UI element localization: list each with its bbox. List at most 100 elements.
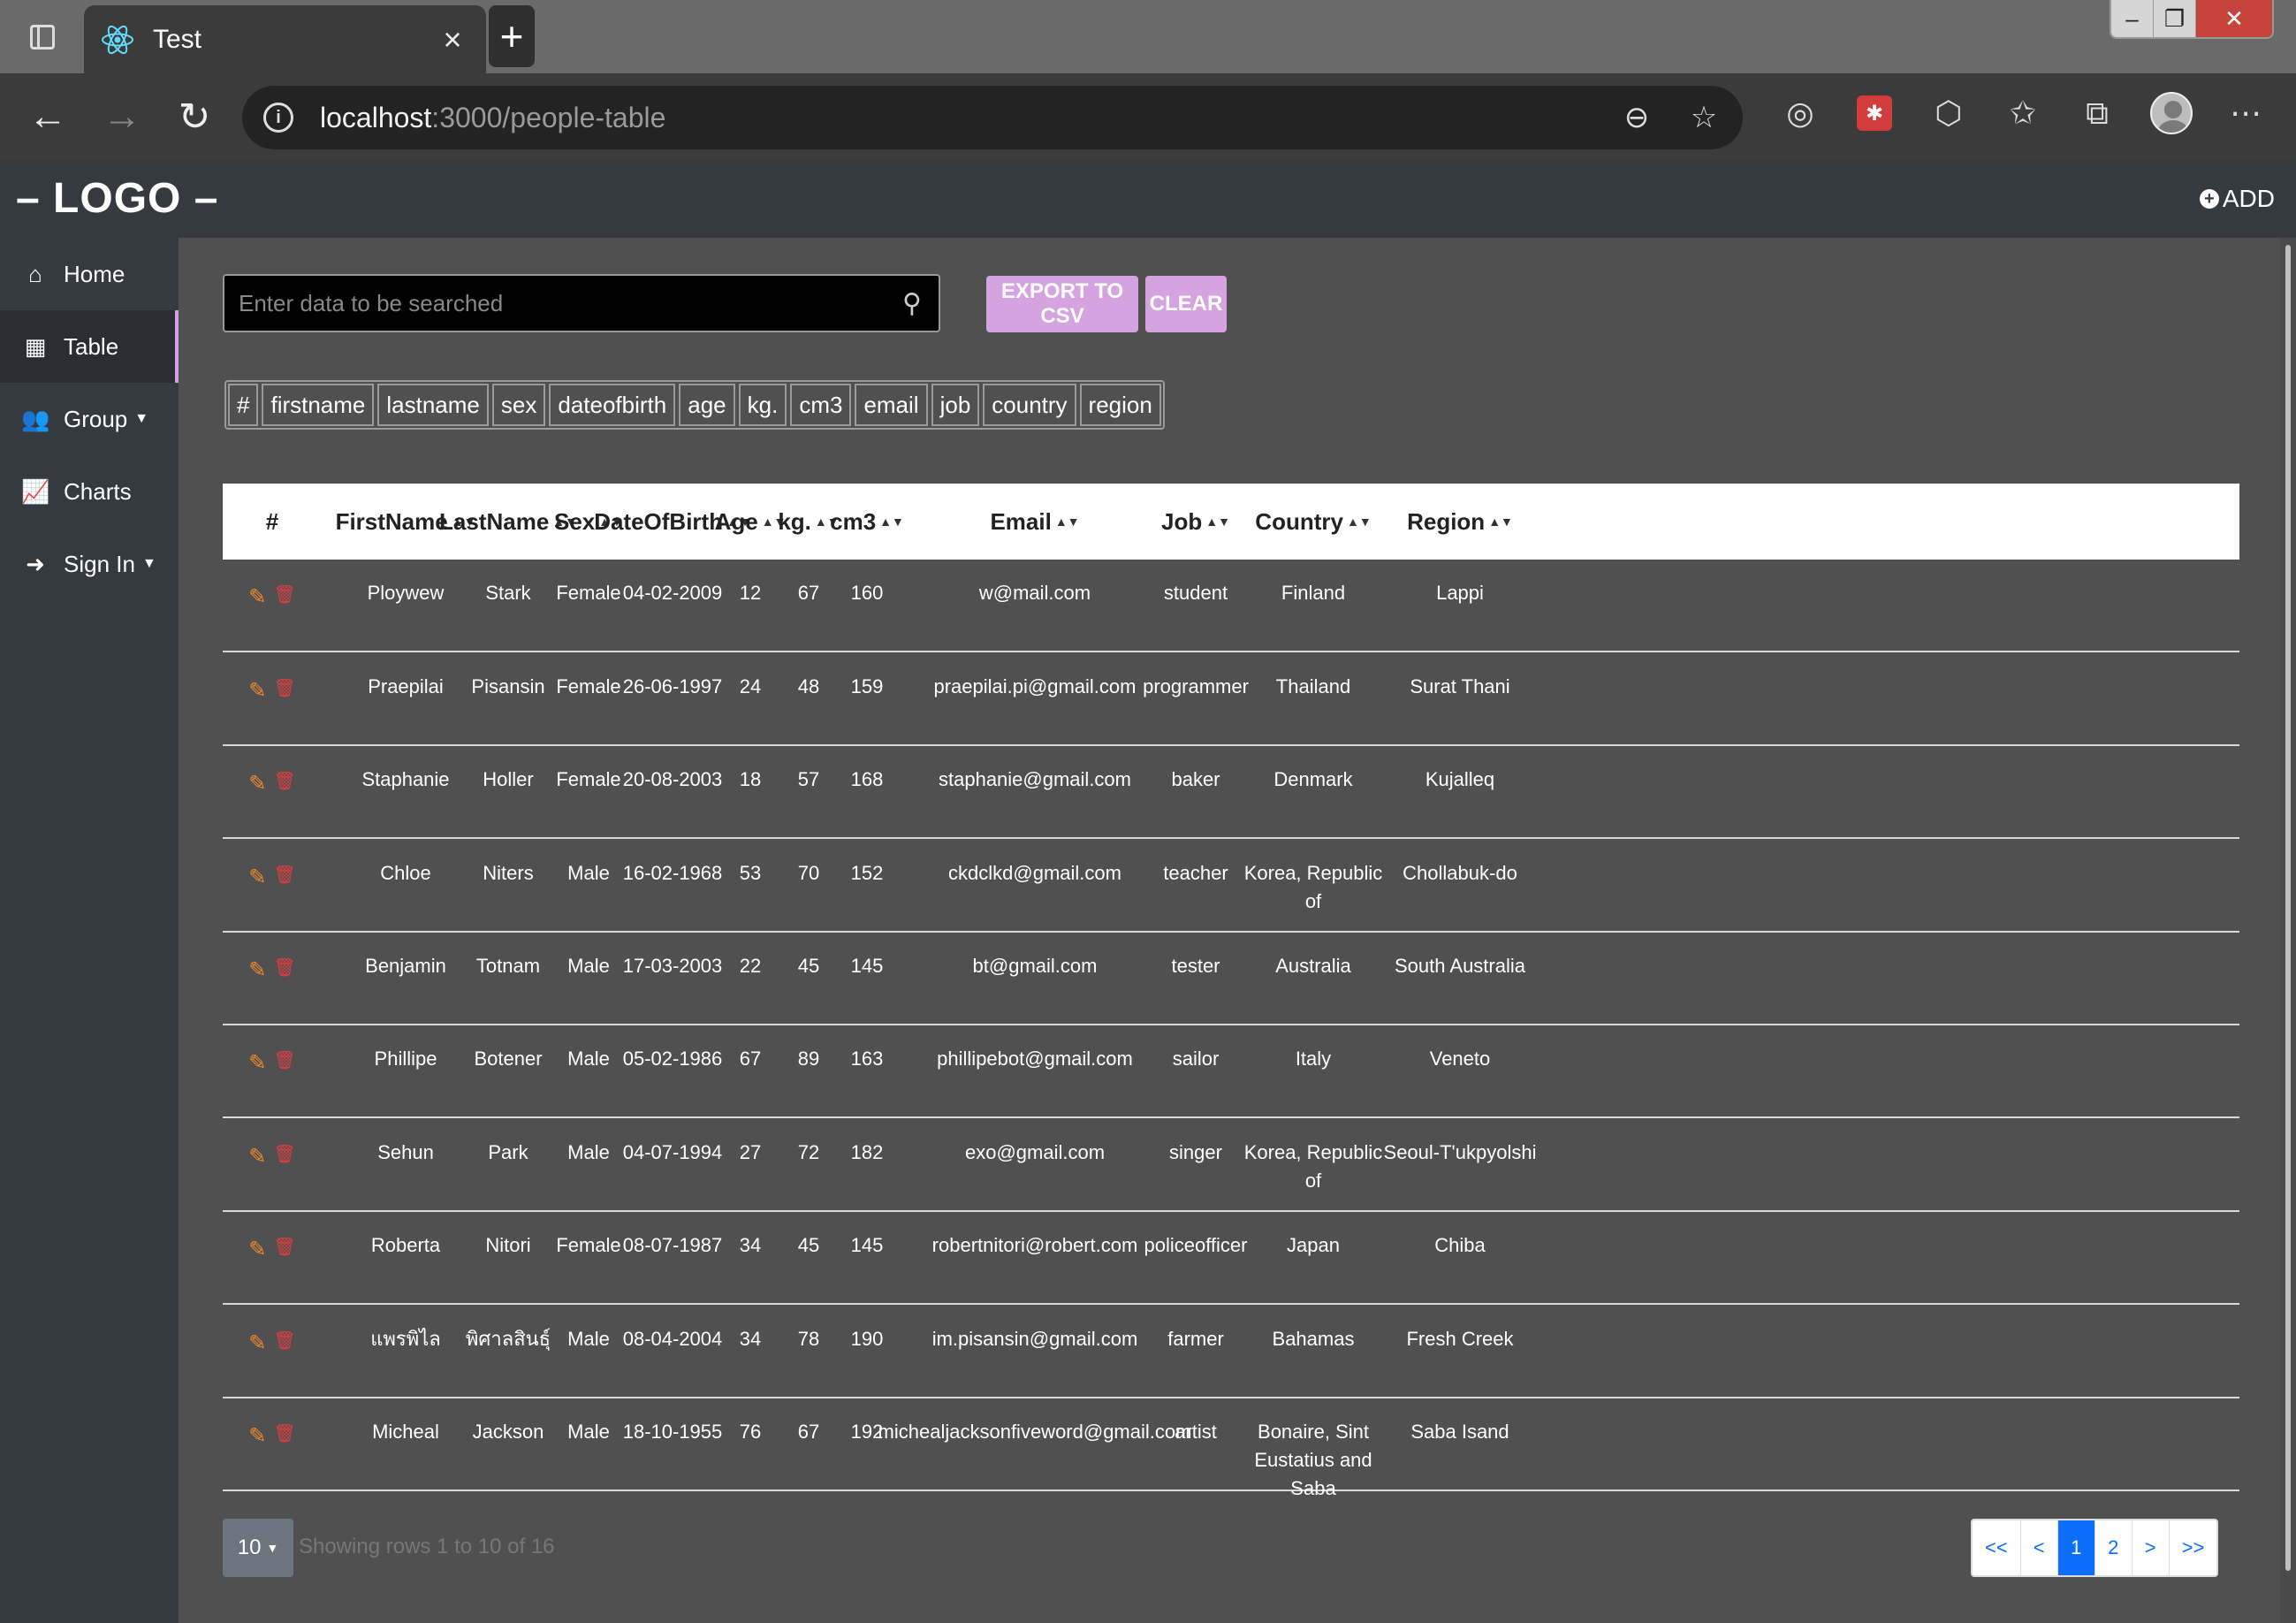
sort-icon[interactable]: ▲▼ bbox=[1488, 514, 1513, 529]
edit-icon[interactable]: ✎ bbox=[248, 583, 266, 613]
table-row: ✎ 🗑 Chloe Niters Male 16-02-1968 53 70 152 ckdclk… bbox=[223, 840, 2239, 933]
delete-icon[interactable]: 🗑 bbox=[273, 1142, 295, 1168]
edit-icon[interactable]: ✎ bbox=[248, 1142, 266, 1173]
search-icon[interactable]: ⚲ bbox=[886, 288, 939, 319]
extension-red-icon[interactable]: ✱ bbox=[1837, 92, 1912, 134]
page-size-select[interactable]: 10 ▼ bbox=[223, 1519, 293, 1577]
cell-dob: 08-07-1987 bbox=[622, 1234, 723, 1256]
search-input[interactable] bbox=[239, 289, 886, 317]
column-toggle[interactable]: # bbox=[228, 384, 259, 426]
cell-dob: 16-02-1968 bbox=[622, 862, 723, 884]
favorites-icon[interactable]: ✩ bbox=[1986, 92, 2060, 134]
cell-region: South Australia bbox=[1395, 955, 1525, 977]
sidebar: ⌂ Home ▦ Table 👥 Group ▼ 📈 Charts ➜ Sign… bbox=[0, 238, 179, 1623]
sidebar-item-label: Charts bbox=[64, 477, 132, 505]
edit-icon[interactable]: ✎ bbox=[248, 676, 266, 707]
sidebar-item-sign-in[interactable]: ➜ Sign In ▼ bbox=[0, 528, 179, 600]
delete-icon[interactable]: 🗑 bbox=[273, 583, 295, 608]
cell-country: Italy bbox=[1295, 1048, 1332, 1070]
cell-country: Bonaire, Sint Eustatius and Saba bbox=[1254, 1421, 1372, 1499]
sort-icon[interactable]: ▲▼ bbox=[1205, 514, 1230, 529]
cell-region: Surat Thani bbox=[1410, 675, 1510, 697]
new-tab-button[interactable]: + bbox=[489, 5, 535, 67]
tab-close-icon[interactable]: × bbox=[435, 21, 470, 58]
column-header[interactable]: DateOfBirth ▲▼ bbox=[594, 484, 751, 560]
delete-icon[interactable]: 🗑 bbox=[273, 1329, 295, 1354]
refresh-icon[interactable]: ↻ bbox=[170, 92, 219, 141]
edit-icon[interactable]: ✎ bbox=[248, 863, 266, 894]
delete-icon[interactable]: 🗑 bbox=[273, 863, 295, 888]
zoom-out-icon[interactable]: ⊖ bbox=[1616, 96, 1658, 139]
sort-icon[interactable]: ▲▼ bbox=[1055, 514, 1080, 529]
cell-country: Australia bbox=[1275, 955, 1351, 977]
minimize-icon[interactable]: – bbox=[2111, 0, 2154, 37]
tracking-icon[interactable]: ◎ bbox=[1763, 92, 1837, 134]
column-toggle[interactable]: email bbox=[855, 384, 928, 426]
page-size-value: 10 bbox=[237, 1535, 262, 1559]
edit-icon[interactable]: ✎ bbox=[248, 1048, 266, 1079]
page-button[interactable]: >> bbox=[2170, 1520, 2217, 1575]
sidebar-item-label: Table bbox=[64, 332, 119, 360]
sidebar-item-group[interactable]: 👥 Group ▼ bbox=[0, 383, 179, 455]
page-button[interactable]: 2 bbox=[2095, 1520, 2133, 1575]
delete-icon[interactable]: 🗑 bbox=[273, 676, 295, 702]
cell-country: Korea, Republic of bbox=[1243, 1141, 1383, 1192]
sort-icon[interactable]: ▲▼ bbox=[879, 514, 904, 529]
row-actions: ✎ 🗑 bbox=[237, 560, 308, 651]
restore-icon[interactable]: ❐ bbox=[2154, 0, 2196, 37]
delete-icon[interactable]: 🗑 bbox=[273, 956, 295, 981]
cell-cm3: 163 bbox=[850, 1048, 884, 1070]
more-icon[interactable]: ⋯ bbox=[2209, 92, 2283, 134]
cell-cm3: 159 bbox=[850, 675, 884, 697]
sidebar-item-home[interactable]: ⌂ Home bbox=[0, 238, 179, 310]
column-toggle[interactable]: kg. bbox=[738, 384, 787, 426]
delete-icon[interactable]: 🗑 bbox=[273, 769, 295, 795]
column-header[interactable]: cm3 ▲▼ bbox=[830, 484, 904, 560]
delete-icon[interactable]: 🗑 bbox=[273, 1235, 295, 1261]
edit-icon[interactable]: ✎ bbox=[248, 956, 266, 987]
delete-icon[interactable]: 🗑 bbox=[273, 1421, 295, 1447]
search-box: ⚲ bbox=[223, 274, 940, 332]
column-header[interactable]: Region ▲▼ bbox=[1380, 484, 1540, 560]
profile-avatar[interactable] bbox=[2134, 92, 2209, 134]
scrollbar[interactable] bbox=[2280, 238, 2296, 1623]
column-toggle[interactable]: lastname bbox=[377, 384, 489, 426]
column-toggle[interactable]: region bbox=[1079, 384, 1161, 426]
edit-icon[interactable]: ✎ bbox=[248, 1235, 266, 1266]
add-favorite-icon[interactable]: ☆ bbox=[1683, 96, 1725, 139]
sort-icon[interactable]: ▲▼ bbox=[1347, 514, 1372, 529]
column-toggle[interactable]: cm3 bbox=[790, 384, 852, 426]
back-icon[interactable]: ← bbox=[23, 92, 72, 141]
sidebar-item-table[interactable]: ▦ Table bbox=[0, 310, 179, 383]
table-row: ✎ 🗑 Benjamin Totnam Male 17-03-2003 22 45 145 bt@… bbox=[223, 933, 2239, 1025]
column-toggle[interactable]: job bbox=[931, 384, 980, 426]
logo[interactable]: – LOGO – bbox=[16, 174, 218, 223]
page-button[interactable]: > bbox=[2133, 1520, 2170, 1575]
column-toggle[interactable]: dateofbirth bbox=[549, 384, 676, 426]
edit-icon[interactable]: ✎ bbox=[248, 1329, 266, 1360]
browser-tab[interactable]: Test × bbox=[84, 5, 486, 73]
url-field[interactable]: i localhost:3000/people-table ⊖ ☆ bbox=[242, 86, 1743, 149]
clear-button[interactable]: CLEAR bbox=[1145, 276, 1227, 332]
column-toggle[interactable]: firstname bbox=[262, 384, 375, 426]
forward-icon[interactable]: → bbox=[97, 92, 147, 141]
delete-icon[interactable]: 🗑 bbox=[273, 1048, 295, 1074]
column-toggle[interactable]: country bbox=[983, 384, 1076, 426]
page-button[interactable]: 1 bbox=[2057, 1520, 2095, 1575]
add-button[interactable]: + ADD bbox=[2199, 185, 2275, 213]
edit-icon[interactable]: ✎ bbox=[248, 1421, 266, 1452]
tab-actions-button[interactable] bbox=[0, 0, 84, 73]
window-close-icon[interactable]: ✕ bbox=[2196, 0, 2272, 37]
page-button[interactable]: < bbox=[2021, 1520, 2058, 1575]
edit-icon[interactable]: ✎ bbox=[248, 769, 266, 800]
column-toggle[interactable]: age bbox=[679, 384, 735, 426]
column-header[interactable]: Country ▲▼ bbox=[1243, 484, 1384, 560]
extensions-icon[interactable]: ⬡ bbox=[1912, 92, 1986, 134]
export-csv-button[interactable]: EXPORT TO CSV bbox=[986, 276, 1138, 332]
column-toggle[interactable]: sex bbox=[491, 384, 546, 426]
page-button[interactable]: << bbox=[1973, 1520, 2021, 1575]
sidebar-item-charts[interactable]: 📈 Charts bbox=[0, 455, 179, 528]
cell-dob: 04-02-2009 bbox=[622, 582, 723, 604]
site-info-icon[interactable]: i bbox=[263, 103, 293, 133]
collections-icon[interactable]: ⧉ bbox=[2060, 92, 2134, 134]
